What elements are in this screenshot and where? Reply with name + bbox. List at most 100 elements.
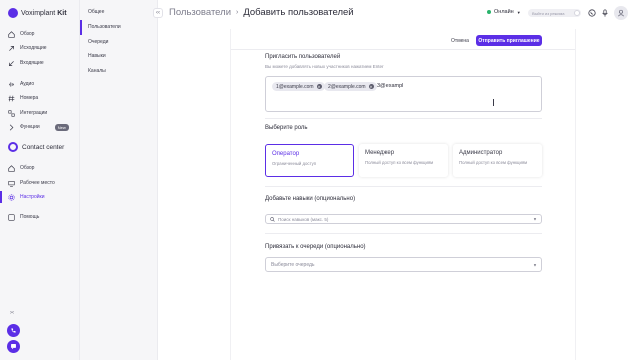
avatar[interactable] — [614, 6, 628, 20]
subnav-item-skills[interactable]: Навыки — [88, 51, 106, 61]
header-divider — [231, 49, 575, 50]
chevron-down-icon: ▼ — [533, 216, 537, 222]
role-description: Полный доступ ко всем функциям — [459, 160, 528, 165]
section-divider — [265, 233, 542, 234]
active-indicator — [0, 191, 2, 203]
sidebar-item-incoming[interactable]: Входящие — [8, 57, 44, 69]
phone-icon — [11, 328, 16, 333]
section-divider — [265, 118, 542, 119]
brand-logo[interactable]: Voximplant Kit — [8, 8, 67, 18]
sidebar-item-numbers[interactable]: Номера — [8, 92, 38, 104]
invite-section-title: Пригласить пользователей — [265, 54, 341, 60]
sidebar-item-label: Помощь — [20, 214, 40, 220]
sidebar-item-workplace[interactable]: Рабочее место — [8, 177, 55, 189]
sidebar-item-audio[interactable]: Аудио — [8, 78, 34, 90]
role-name: Администратор — [459, 150, 503, 156]
email-chip-label: 2@example.com — [328, 83, 366, 90]
workplace-icon — [8, 180, 15, 187]
sidebar-item-integrations[interactable]: Интеграции — [8, 107, 47, 119]
role-card-manager[interactable]: Менеджер Полный доступ ко всем функциям — [359, 144, 448, 177]
section-divider — [265, 186, 542, 187]
breadcrumb: Пользователи › Добавить пользователей — [169, 7, 354, 18]
role-name: Оператор — [272, 151, 300, 157]
sidebar-item-label: Номера — [20, 95, 39, 101]
hash-icon — [8, 95, 15, 102]
sidebar-item-label: Настройки — [20, 194, 45, 200]
sidebar-item-overview[interactable]: Обзор — [8, 28, 34, 40]
invite-hint: Вы можете добавлять новых участников наж… — [265, 64, 384, 69]
sidebar-item-cc-overview[interactable]: Обзор — [8, 162, 34, 174]
status-label: Онлайн — [494, 9, 514, 15]
sidebar-item-help[interactable]: Помощь — [8, 211, 39, 223]
sidebar: Voximplant Kit Обзор Исходящие Входящие … — [0, 0, 80, 360]
role-card-operator[interactable]: Оператор Ограниченный доступ — [265, 144, 354, 177]
email-chip-label: 1@example.com — [276, 83, 314, 90]
toggle-knob — [574, 10, 580, 16]
brand-name: Voximplant Kit — [21, 9, 67, 17]
queue-placeholder: Выберите очередь — [271, 261, 315, 268]
phone-icon[interactable] — [587, 8, 597, 18]
mode-toggle[interactable]: Выйти из режима — [528, 9, 581, 17]
sidebar-item-settings[interactable]: Настройки — [8, 191, 45, 203]
chat-icon — [11, 344, 16, 350]
send-invitation-button[interactable]: Отправить приглашение — [476, 35, 542, 46]
mic-icon[interactable] — [600, 8, 610, 18]
outgoing-icon — [8, 45, 15, 52]
subnav-item-general[interactable]: Общее — [88, 7, 104, 17]
function-icon — [8, 123, 15, 131]
integrations-icon — [8, 109, 15, 117]
sidebar-item-label: Обзор — [20, 165, 35, 171]
subnav-item-users[interactable]: Пользователи — [88, 22, 121, 32]
role-description: Ограниченный доступ — [272, 161, 317, 166]
remove-chip-icon[interactable]: ✕ — [316, 84, 322, 89]
expand-icon[interactable]: ›‹ — [10, 310, 14, 316]
call-widget-button[interactable] — [7, 324, 20, 337]
help-icon — [8, 213, 15, 221]
text-cursor — [493, 99, 494, 106]
contact-center-icon — [8, 142, 18, 152]
skills-placeholder: Поиск навыков (макс. 5) — [278, 216, 329, 222]
breadcrumb-parent[interactable]: Пользователи — [169, 7, 231, 18]
subnav-item-channels[interactable]: Каналы — [88, 66, 106, 76]
settings-subnav: Общее Пользователи Очереди Навыки Каналы — [80, 0, 158, 360]
sidebar-item-label: Исходящие — [20, 45, 47, 51]
role-card-administrator[interactable]: Администратор Полный доступ ко всем функ… — [453, 144, 542, 177]
sidebar-item-label: Аудио — [20, 81, 35, 87]
status-dropdown[interactable]: Онлайн ▼ — [487, 9, 521, 15]
skills-section-title: Добавьте навыки (опционально) — [265, 196, 356, 202]
email-chip: 2@example.com ✕ — [324, 82, 377, 91]
sidebar-item-label: Интеграции — [20, 110, 48, 116]
queue-select[interactable]: Выберите очередь ▼ — [265, 257, 542, 272]
incoming-icon — [8, 60, 15, 67]
search-icon — [270, 216, 275, 222]
sidebar-item-label: Входящие — [20, 60, 44, 66]
status-dot-icon — [487, 10, 491, 14]
role-name: Менеджер — [365, 150, 395, 156]
email-chip: 1@example.com ✕ — [272, 82, 325, 91]
sidebar-item-label: Функции — [20, 124, 40, 130]
sidebar-item-outgoing[interactable]: Исходящие — [8, 42, 47, 54]
collapse-subnav-button[interactable]: ‹‹ — [153, 8, 163, 18]
subnav-active-indicator — [80, 20, 82, 35]
typed-email-text[interactable]: 3@exampl — [377, 83, 403, 89]
skills-search-input[interactable]: Поиск навыков (макс. 5) ▼ — [265, 214, 542, 224]
sidebar-item-label: Обзор — [20, 31, 35, 37]
page-title: Добавить пользователей — [243, 7, 354, 18]
gear-icon — [8, 193, 15, 201]
chat-widget-button[interactable] — [7, 340, 20, 353]
contact-center-title: Contact center — [8, 142, 64, 152]
chevron-down-icon: ▼ — [533, 262, 537, 267]
chevron-down-icon: ▼ — [516, 9, 521, 15]
home-icon — [8, 164, 15, 172]
cancel-button[interactable]: Отмена — [447, 36, 473, 45]
queue-section-title: Привязать к очереди (опционально) — [265, 244, 366, 250]
sidebar-item-functions[interactable]: Функции New — [8, 121, 69, 133]
mode-toggle-label: Выйти из режима — [532, 10, 565, 16]
role-description: Полный доступ ко всем функциям — [365, 160, 434, 165]
subnav-item-queues[interactable]: Очереди — [88, 37, 108, 47]
chevron-right-icon: › — [236, 9, 239, 16]
remove-chip-icon[interactable]: ✕ — [368, 84, 374, 89]
audio-icon — [8, 81, 15, 88]
sidebar-item-label: Рабочее место — [20, 180, 55, 186]
new-badge: New — [54, 123, 69, 131]
